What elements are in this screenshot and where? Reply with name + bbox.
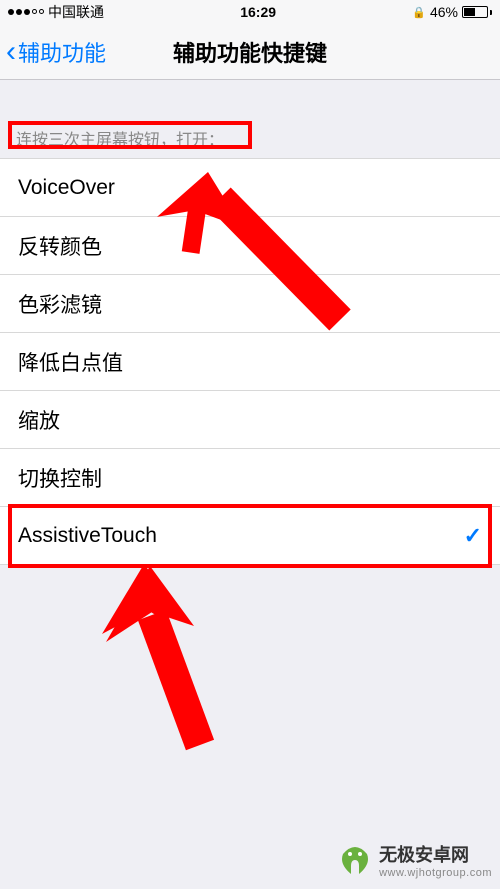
option-assistivetouch[interactable]: AssistiveTouch ✓	[0, 507, 500, 565]
option-voiceover[interactable]: VoiceOver	[0, 159, 500, 217]
option-invert-colors[interactable]: 反转颜色	[0, 217, 500, 275]
orientation-lock-icon: 🔒	[412, 6, 426, 19]
section-spacer	[0, 80, 500, 120]
option-switch-control[interactable]: 切换控制	[0, 449, 500, 507]
option-label: VoiceOver	[18, 176, 115, 200]
back-label: 辅助功能	[18, 36, 106, 68]
signal-strength-icon	[8, 9, 44, 15]
page-title: 辅助功能快捷键	[173, 36, 327, 68]
status-bar: 中国联通 16:29 🔒 46%	[0, 0, 500, 24]
nav-bar: ‹ 辅助功能 辅助功能快捷键	[0, 24, 500, 80]
back-button[interactable]: ‹ 辅助功能	[0, 36, 106, 68]
options-list: VoiceOver 反转颜色 色彩滤镜 降低白点值 缩放 切换控制 Assist…	[0, 158, 500, 565]
option-zoom[interactable]: 缩放	[0, 391, 500, 449]
watermark-url: www.wjhotgroup.com	[379, 867, 492, 879]
watermark-logo-icon	[337, 842, 373, 878]
checkmark-icon: ✓	[464, 523, 482, 549]
carrier-label: 中国联通	[48, 2, 104, 22]
status-left: 中国联通	[8, 2, 104, 22]
battery-percentage: 46%	[430, 4, 458, 20]
option-label: 缩放	[18, 405, 60, 435]
section-header: 连按三次主屏幕按钮，打开：	[0, 120, 500, 158]
option-color-filters[interactable]: 色彩滤镜	[0, 275, 500, 333]
annotation-arrow-2	[90, 560, 250, 760]
watermark-title: 无极安卓网	[379, 841, 492, 867]
clock: 16:29	[240, 4, 276, 20]
option-label: 色彩滤镜	[18, 289, 102, 319]
chevron-left-icon: ‹	[6, 37, 16, 67]
battery-icon	[462, 6, 492, 18]
option-label: 切换控制	[18, 463, 102, 493]
option-label: AssistiveTouch	[18, 524, 157, 548]
status-right: 🔒 46%	[412, 4, 492, 20]
option-reduce-white-point[interactable]: 降低白点值	[0, 333, 500, 391]
option-label: 反转颜色	[18, 231, 102, 261]
watermark: 无极安卓网 www.wjhotgroup.com	[337, 841, 492, 879]
option-label: 降低白点值	[18, 347, 123, 377]
